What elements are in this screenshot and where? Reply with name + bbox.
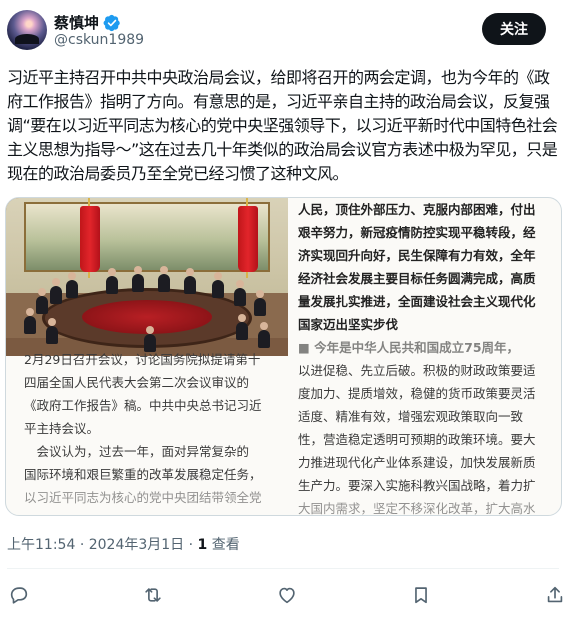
doc-line: 以进促稳、先立后破。积极的财政政策要适 xyxy=(298,363,536,378)
doc-line: 量发展扎实推进，全面建设社会主义现代化 xyxy=(298,294,536,309)
doc-line: 人民，顶住外部压力、克服内部困难，付出 xyxy=(298,202,536,217)
avatar[interactable] xyxy=(7,10,47,50)
tweet-time[interactable]: 上午11:54 xyxy=(7,537,75,553)
display-name[interactable]: 蔡慎坤 xyxy=(54,12,99,33)
divider xyxy=(7,568,559,569)
follow-button[interactable]: 关注 xyxy=(482,13,546,45)
doc-line: 以习近平同志为核心的党中央团结带领全党 xyxy=(24,490,262,505)
doc-line: 2月29日召开会议，讨论国务院拟提请第十 xyxy=(24,352,261,367)
action-bar xyxy=(0,580,566,612)
bookmark-icon[interactable] xyxy=(410,584,434,608)
doc-line: 国家迈出坚实步伐 xyxy=(298,317,399,332)
doc-line: 度加力、提质增效，稳健的货币政策要灵活 xyxy=(298,386,536,401)
doc-line: 大国内需求，坚定不移深化改革，扩大高水 xyxy=(298,501,536,516)
meta-separator: · xyxy=(79,537,85,553)
doc-line: 经济社会发展主要目标任务圆满完成，高质 xyxy=(298,271,536,286)
doc-line: 平主持会议。 xyxy=(24,421,100,436)
doc-line: 性，营造稳定透明可预期的政策环境。要大 xyxy=(298,432,536,447)
repost-icon[interactable] xyxy=(142,584,166,608)
tweet-header: 蔡慎坤 @cskun1989 关注 xyxy=(0,0,566,60)
reply-icon[interactable] xyxy=(8,584,32,608)
document-right-column: 人民，顶住外部压力、克服内部困难，付出 艰辛努力，新冠疫情防控实现平稳转段，经 … xyxy=(298,198,560,516)
doc-line: ■ 今年是中华人民共和国成立75周年， xyxy=(298,340,520,355)
doc-line: 力推进现代化产业体系建设，加快发展新质 xyxy=(298,455,536,470)
share-icon[interactable] xyxy=(544,584,566,608)
views-label: 查看 xyxy=(211,537,240,553)
meeting-photo xyxy=(6,198,288,356)
tweet-media-image[interactable]: 人民，顶住外部压力、克服内部困难，付出 艰辛努力，新冠疫情防控实现平稳转段，经 … xyxy=(5,197,562,516)
tweet-date[interactable]: 2024年3月1日 xyxy=(89,537,184,553)
doc-line: 适度、精准有效，增强宏观政策取向一致 xyxy=(298,409,524,424)
user-handle[interactable]: @cskun1989 xyxy=(54,32,144,48)
doc-line: 国际环境和艰巨繁重的改革发展稳定任务， xyxy=(24,467,262,482)
tweet-text: 习近平主持召开中共中央政治局会议，给即将召开的两会定调，也为今年的《政府工作报告… xyxy=(7,68,558,183)
document-left-column: 2月29日召开会议，讨论国务院拟提请第十 四届全国人民代表大会第二次会议审议的 … xyxy=(24,348,286,509)
doc-line: 《政府工作报告》稿。中共中央总书记习近 xyxy=(24,398,262,413)
doc-line: 生产力。要深入实施科教兴国战略，着力扩 xyxy=(298,478,536,493)
doc-line: 会议认为，过去一年，面对异常复杂的 xyxy=(24,444,250,459)
tweet-meta: 上午11:54 · 2024年3月1日 · 1 查看 xyxy=(7,534,240,554)
doc-line: 济实现回升向好，民生保障有力有效，全年 xyxy=(298,248,536,263)
doc-line: 艰辛努力，新冠疫情防控实现平稳转段，经 xyxy=(298,225,536,240)
like-icon[interactable] xyxy=(276,584,300,608)
verified-badge-icon xyxy=(103,14,120,31)
doc-line: 四届全国人民代表大会第二次会议审议的 xyxy=(24,375,250,390)
author-name-row: 蔡慎坤 xyxy=(54,12,121,33)
meta-separator: · xyxy=(188,537,194,553)
views-count: 1 xyxy=(197,537,208,553)
